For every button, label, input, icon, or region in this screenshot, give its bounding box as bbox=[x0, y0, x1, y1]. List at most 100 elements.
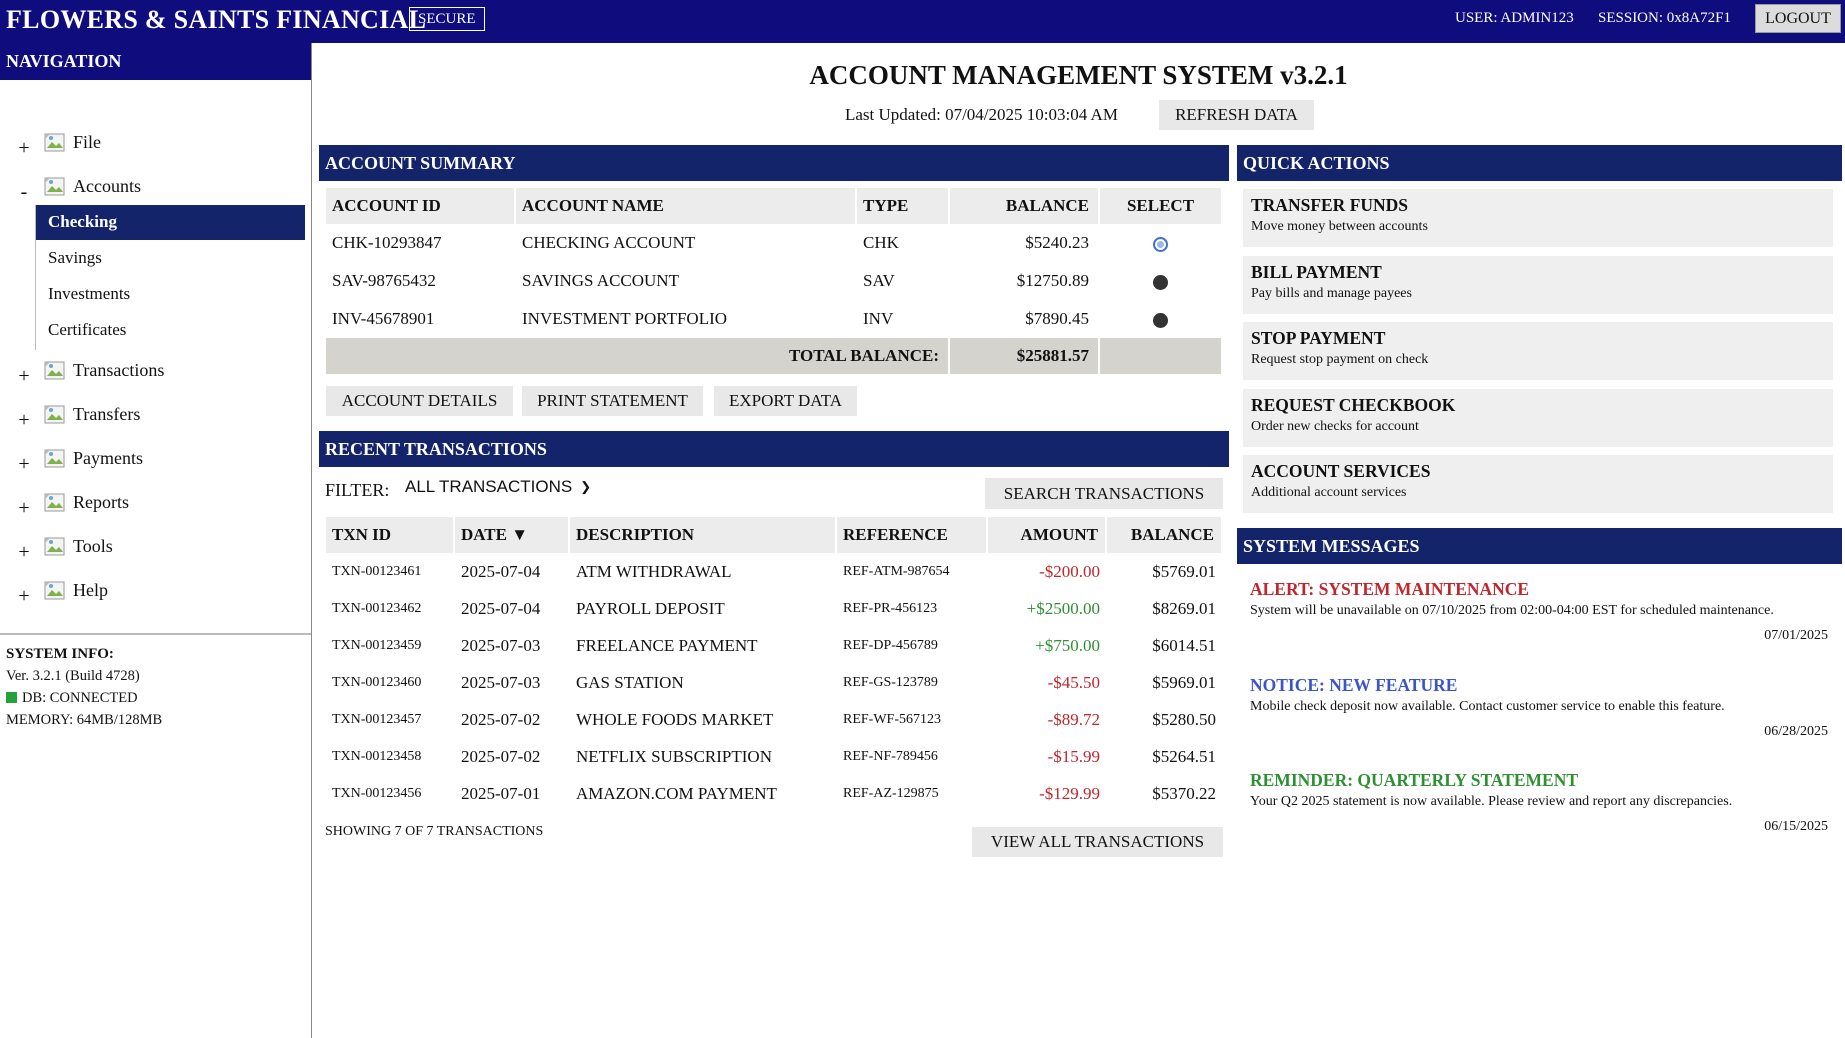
sidebar-item-investments[interactable]: Investments bbox=[36, 277, 305, 312]
txn-balance: $5370.22 bbox=[1152, 783, 1216, 803]
txn-description: WHOLE FOODS MARKET bbox=[576, 709, 774, 729]
txn-amount: +$2500.00 bbox=[1026, 598, 1100, 618]
table-row[interactable]: TXN-00123462 2025-07-04 PAYROLL DEPOSIT … bbox=[326, 590, 1223, 627]
message-date: 07/01/2025 bbox=[1764, 628, 1828, 643]
account-name: SAVINGS ACCOUNT bbox=[516, 262, 857, 300]
message-new-feature-notice: NOTICE: NEW FEATURE Mobile check deposit… bbox=[1250, 675, 1828, 740]
sidebar-item-checking[interactable]: Checking bbox=[36, 205, 305, 240]
message-body: System will be unavailable on 07/10/2025… bbox=[1250, 603, 1774, 618]
expand-toggle-icon[interactable]: + bbox=[17, 498, 31, 518]
view-all-transactions-button[interactable]: VIEW ALL TRANSACTIONS bbox=[972, 827, 1223, 857]
folder-image-icon bbox=[44, 581, 65, 600]
txn-amount: +$750.00 bbox=[1035, 635, 1100, 655]
filter-label: FILTER: bbox=[325, 480, 390, 500]
txn-id: TXN-00123456 bbox=[332, 785, 422, 801]
account-name: CHECKING ACCOUNT bbox=[516, 224, 857, 262]
top-bar: FLOWERS & SAINTS FINANCIAL SECURE USER: … bbox=[0, 0, 1845, 43]
table-row[interactable]: CHK-10293847 CHECKING ACCOUNT CHK $5240.… bbox=[326, 224, 1223, 262]
txn-amount: -$15.99 bbox=[1047, 746, 1100, 766]
column-header[interactable]: DESCRIPTION bbox=[570, 517, 837, 553]
table-row[interactable]: INV-45678901 INVESTMENT PORTFOLIO INV $7… bbox=[326, 300, 1223, 338]
page-title: ACCOUNT MANAGEMENT SYSTEM v3.2.1 bbox=[809, 60, 1348, 90]
txn-reference: REF-DP-456789 bbox=[843, 637, 938, 653]
sidebar-item-savings[interactable]: Savings bbox=[36, 241, 305, 276]
tree-node-file[interactable]: + File bbox=[0, 130, 312, 160]
message-body: Mobile check deposit now available. Cont… bbox=[1250, 699, 1725, 714]
txn-id: TXN-00123461 bbox=[332, 563, 422, 579]
tree-label-accounts: Accounts bbox=[73, 176, 141, 196]
folder-image-icon bbox=[44, 405, 65, 424]
tree-label-file: File bbox=[73, 132, 102, 152]
message-title: ALERT: SYSTEM MAINTENANCE bbox=[1250, 579, 1530, 599]
txn-amount: -$200.00 bbox=[1039, 561, 1100, 581]
account-summary-header: ACCOUNT SUMMARY bbox=[319, 145, 1229, 181]
column-header[interactable]: REFERENCE bbox=[837, 517, 988, 553]
db-status-icon bbox=[6, 692, 17, 703]
table-row[interactable]: TXN-00123460 2025-07-03 GAS STATION REF-… bbox=[326, 664, 1223, 701]
refresh-data-button[interactable]: REFRESH DATA bbox=[1159, 100, 1314, 130]
txn-balance: $5969.01 bbox=[1152, 672, 1216, 692]
column-header[interactable]: AMOUNT bbox=[988, 517, 1107, 553]
tree-label-help: Help bbox=[73, 580, 108, 600]
column-header[interactable]: BALANCE bbox=[1107, 517, 1223, 553]
txn-id: TXN-00123458 bbox=[332, 748, 422, 764]
folder-image-icon bbox=[44, 177, 65, 196]
account-select-radio[interactable] bbox=[1153, 274, 1168, 290]
print-statement-button[interactable]: PRINT STATEMENT bbox=[522, 386, 703, 416]
tree-node-reports[interactable]: + Reports bbox=[0, 490, 312, 520]
account-details-button[interactable]: ACCOUNT DETAILS bbox=[326, 386, 513, 416]
txn-date: 2025-07-03 bbox=[461, 635, 541, 655]
txn-date: 2025-07-01 bbox=[461, 783, 541, 803]
txn-reference: REF-ATM-987654 bbox=[843, 563, 950, 579]
table-row[interactable]: TXN-00123461 2025-07-04 ATM WITHDRAWAL R… bbox=[326, 553, 1223, 590]
tree-node-transactions[interactable]: + Transactions bbox=[0, 358, 312, 388]
collapse-toggle-icon[interactable]: - bbox=[17, 182, 31, 202]
txn-balance: $5264.51 bbox=[1152, 746, 1216, 766]
expand-toggle-icon[interactable]: + bbox=[17, 454, 31, 474]
expand-toggle-icon[interactable]: + bbox=[17, 138, 31, 158]
account-type: CHK bbox=[857, 224, 950, 262]
column-header[interactable]: TXN ID bbox=[326, 517, 455, 553]
sidebar-item-certificates[interactable]: Certificates bbox=[36, 313, 305, 348]
txn-amount: -$129.99 bbox=[1039, 783, 1100, 803]
expand-toggle-icon[interactable]: + bbox=[17, 542, 31, 562]
table-row[interactable]: TXN-00123457 2025-07-02 WHOLE FOODS MARK… bbox=[326, 701, 1223, 738]
search-transactions-button[interactable]: SEARCH TRANSACTIONS bbox=[985, 478, 1223, 509]
tree-node-accounts[interactable]: - Accounts bbox=[0, 174, 312, 204]
table-row[interactable]: TXN-00123459 2025-07-03 FREELANCE PAYMEN… bbox=[326, 627, 1223, 664]
expand-toggle-icon[interactable]: + bbox=[17, 366, 31, 386]
txn-reference: REF-WF-567123 bbox=[843, 711, 941, 727]
logout-button[interactable]: LOGOUT bbox=[1755, 4, 1841, 33]
txn-balance: $8269.01 bbox=[1152, 598, 1216, 618]
table-header-row: TXN ID DATE ▼ DESCRIPTION REFERENCE AMOU… bbox=[326, 517, 1223, 553]
txn-date: 2025-07-04 bbox=[461, 561, 541, 581]
folder-image-icon bbox=[44, 133, 65, 152]
column-header-sorted[interactable]: DATE ▼ bbox=[455, 517, 570, 553]
table-row[interactable]: TXN-00123458 2025-07-02 NETFLIX SUBSCRIP… bbox=[326, 738, 1223, 775]
table-row[interactable]: SAV-98765432 SAVINGS ACCOUNT SAV $12750.… bbox=[326, 262, 1223, 300]
account-select-radio[interactable] bbox=[1153, 236, 1168, 252]
column-header: BALANCE bbox=[950, 188, 1100, 224]
expand-toggle-icon[interactable]: + bbox=[17, 410, 31, 430]
account-id: SAV-98765432 bbox=[326, 262, 516, 300]
tree-node-help[interactable]: + Help bbox=[0, 578, 312, 608]
expand-toggle-icon[interactable]: + bbox=[17, 586, 31, 606]
tree-node-payments[interactable]: + Payments bbox=[0, 446, 312, 476]
quick-action-account-services[interactable]: ACCOUNT SERVICES Additional account serv… bbox=[1243, 455, 1833, 513]
db-status-row: DB: CONNECTED bbox=[6, 687, 305, 709]
quick-action-request-checkbook[interactable]: REQUEST CHECKBOOK Order new checks for a… bbox=[1243, 389, 1833, 447]
tree-node-tools[interactable]: + Tools bbox=[0, 534, 312, 564]
transaction-filter-select[interactable]: ALL TRANSACTIONS ❯ bbox=[405, 477, 591, 497]
txn-reference: REF-NF-789456 bbox=[843, 748, 938, 764]
account-balance: $5240.23 bbox=[950, 224, 1100, 262]
txn-id: TXN-00123462 bbox=[332, 600, 422, 616]
export-data-button[interactable]: EXPORT DATA bbox=[714, 386, 857, 416]
account-select-radio[interactable] bbox=[1153, 312, 1168, 328]
table-row[interactable]: TXN-00123456 2025-07-01 AMAZON.COM PAYME… bbox=[326, 775, 1223, 812]
quick-action-transfer-funds[interactable]: TRANSFER FUNDS Move money between accoun… bbox=[1243, 189, 1833, 247]
quick-action-bill-payment[interactable]: BILL PAYMENT Pay bills and manage payees bbox=[1243, 256, 1833, 314]
quick-action-stop-payment[interactable]: STOP PAYMENT Request stop payment on che… bbox=[1243, 322, 1833, 380]
message-title: REMINDER: QUARTERLY STATEMENT bbox=[1250, 770, 1579, 790]
quick-action-desc: Order new checks for account bbox=[1251, 419, 1419, 434]
tree-node-transfers[interactable]: + Transfers bbox=[0, 402, 312, 432]
